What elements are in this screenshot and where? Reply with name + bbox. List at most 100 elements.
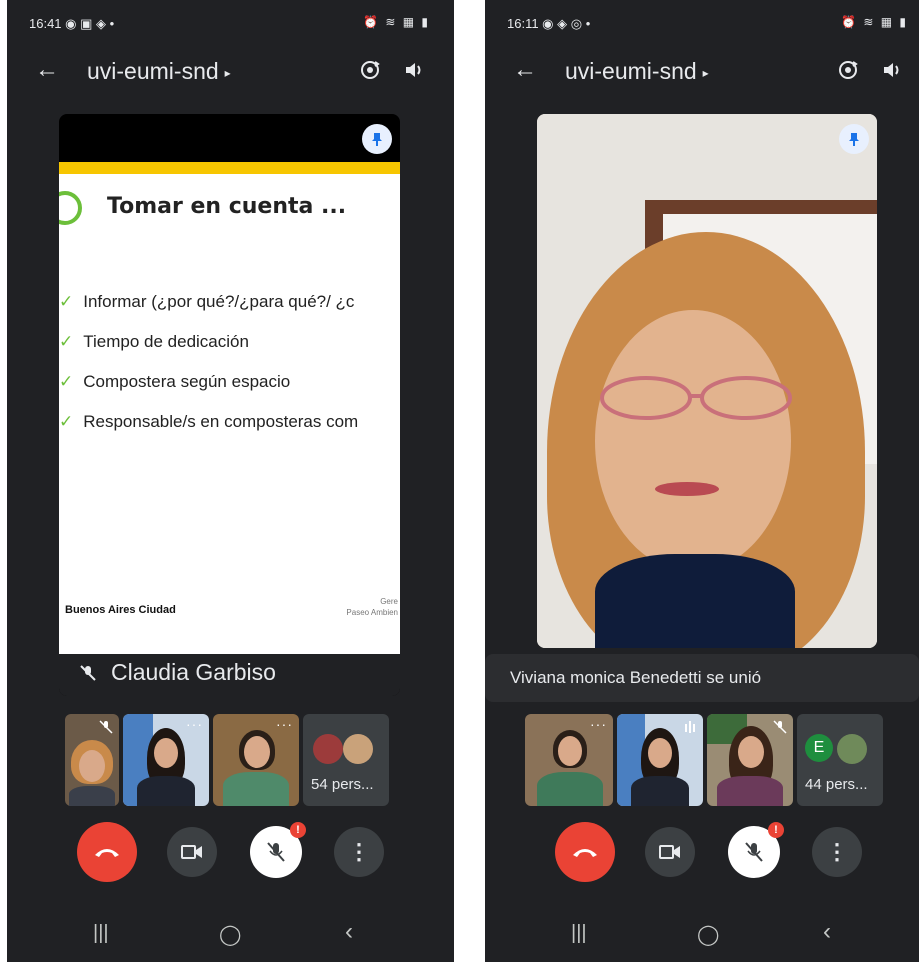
bullet-text: Responsable/s en composteras com	[83, 412, 359, 431]
participant-body	[717, 776, 783, 806]
slide-org-text: Gere Paseo Ambien	[346, 596, 398, 618]
audio-level-icon	[685, 721, 695, 733]
end-call-button[interactable]	[77, 822, 137, 882]
mini-avatar	[837, 734, 867, 764]
more-options-icon[interactable]: ···	[186, 716, 203, 732]
participant-thumb[interactable]	[65, 714, 119, 806]
participant-body	[631, 776, 689, 806]
speaker-icon[interactable]	[402, 58, 426, 82]
slide-logo-icon	[59, 191, 82, 225]
back-arrow-icon[interactable]: ←	[513, 56, 537, 84]
speaker-icon[interactable]	[880, 58, 904, 82]
org-line: Paseo Ambien	[346, 608, 398, 617]
status-bar: 16:41 ◉ ▣ ◈ • ⏰ ≋ ▦ ▮	[7, 0, 454, 46]
participant-face	[738, 736, 764, 768]
more-participants-label: 54 pers...	[311, 776, 374, 793]
more-options-icon[interactable]: ···	[276, 716, 293, 732]
mic-off-icon	[80, 665, 96, 681]
right-phone-screen: 16:11 ◉ ◈ ◎ • ⏰ ≋ ▦ ▮ ← uvi-eumi-snd ▸ Vi…	[485, 0, 919, 962]
speaker-lips	[655, 482, 719, 496]
participant-face	[154, 738, 178, 768]
meeting-code-text: uvi-eumi-snd	[565, 58, 697, 84]
mini-avatar	[343, 734, 373, 764]
back-icon[interactable]: ‹	[823, 918, 831, 946]
status-icons: ⏰ ≋ ▦ ▮	[841, 15, 908, 29]
home-icon[interactable]: ◯	[219, 922, 241, 947]
participant-strip: ··· E 44 pers...	[525, 714, 885, 806]
participant-thumb[interactable]: ···	[123, 714, 209, 806]
participant-strip: ··· ··· 54 pers...	[65, 714, 395, 806]
participant-body	[69, 786, 115, 806]
meeting-code[interactable]: uvi-eumi-snd ▸	[87, 58, 231, 85]
microphone-button[interactable]: !	[728, 822, 784, 878]
recent-apps-icon[interactable]: |||	[571, 922, 587, 945]
status-time: 16:11 ◉ ◈ ◎ •	[507, 16, 591, 31]
back-icon[interactable]: ‹	[345, 918, 353, 946]
join-notification: Viviana monica Benedetti se unió	[485, 654, 919, 702]
vertical-dots-icon: ⋮	[826, 839, 848, 864]
participant-thumb[interactable]: ···	[213, 714, 299, 806]
more-participants-tile[interactable]: E 44 pers...	[797, 714, 883, 806]
presentation-tile[interactable]: Tomar en cuenta ... ✓ Informar (¿por qué?…	[59, 114, 400, 696]
back-arrow-icon[interactable]: ←	[35, 56, 59, 84]
participant-face	[79, 750, 105, 782]
mini-avatar	[313, 734, 343, 764]
shared-slide: Tomar en cuenta ... ✓ Informar (¿por qué?…	[59, 162, 400, 656]
bullet-text: Informar (¿por qué?/¿para qué?/ ¿c	[83, 292, 355, 311]
slide-bullet: ✓ Informar (¿por qué?/¿para qué?/ ¿c	[59, 292, 358, 332]
mic-off-icon	[745, 842, 763, 862]
video-camera-icon	[181, 845, 202, 859]
city-logo-text: Buenos Aires Ciudad	[65, 604, 176, 616]
alert-badge: !	[768, 822, 784, 838]
more-options-icon[interactable]: ···	[590, 716, 607, 732]
presenter-name: Claudia Garbiso	[111, 659, 276, 685]
check-icon: ✓	[59, 412, 74, 431]
meeting-app-bar: ← uvi-eumi-snd ▸	[7, 46, 454, 98]
hang-up-icon	[573, 849, 597, 857]
video-camera-icon	[659, 845, 680, 859]
pin-icon[interactable]	[362, 124, 392, 154]
end-call-button[interactable]	[555, 822, 615, 882]
participant-body	[137, 776, 195, 806]
org-line: Gere	[380, 597, 398, 606]
more-options-button[interactable]: ⋮	[812, 827, 862, 877]
caret-right-icon: ▸	[224, 65, 231, 80]
participant-body	[223, 772, 289, 806]
participant-face	[558, 736, 582, 766]
android-nav-bar: ||| ◯ ‹	[485, 912, 919, 962]
bullet-text: Tiempo de dedicación	[83, 332, 249, 351]
participant-face	[648, 738, 672, 768]
glasses-icon	[600, 376, 792, 420]
meeting-code[interactable]: uvi-eumi-snd ▸	[565, 58, 709, 85]
mic-off-icon	[267, 842, 285, 862]
camera-button[interactable]	[645, 827, 695, 877]
join-notification-text: Viviana monica Benedetti se unió	[510, 668, 762, 687]
recent-apps-icon[interactable]: |||	[93, 922, 109, 945]
participant-thumb[interactable]	[707, 714, 793, 806]
slide-bullet-list: ✓ Informar (¿por qué?/¿para qué?/ ¿c ✓ Tie…	[59, 292, 358, 452]
android-nav-bar: ||| ◯ ‹	[7, 912, 454, 962]
more-participants-tile[interactable]: 54 pers...	[303, 714, 389, 806]
participant-thumb[interactable]: ···	[525, 714, 613, 806]
speaker-video-tile[interactable]	[537, 114, 877, 648]
participant-face	[244, 736, 270, 768]
switch-camera-icon[interactable]	[836, 58, 860, 82]
slide-heading: Tomar en cuenta ...	[107, 194, 347, 219]
home-icon[interactable]: ◯	[697, 922, 719, 947]
left-phone-screen: 16:41 ◉ ▣ ◈ • ⏰ ≋ ▦ ▮ ← uvi-eumi-snd ▸ To…	[7, 0, 454, 962]
participant-thumb[interactable]	[617, 714, 703, 806]
slide-bullet: ✓ Tiempo de dedicación	[59, 332, 358, 372]
pin-icon[interactable]	[839, 124, 869, 154]
meeting-code-text: uvi-eumi-snd	[87, 58, 219, 84]
slide-accent-bar	[59, 162, 400, 174]
switch-camera-icon[interactable]	[358, 58, 382, 82]
hang-up-icon	[95, 849, 119, 857]
mic-off-icon	[99, 720, 113, 734]
microphone-button[interactable]: !	[250, 822, 306, 878]
speaker-face	[595, 310, 791, 572]
camera-button[interactable]	[167, 827, 217, 877]
more-options-button[interactable]: ⋮	[334, 827, 384, 877]
mic-off-icon	[773, 720, 787, 734]
speaker-scarf	[595, 554, 795, 648]
call-controls: ! ⋮	[7, 822, 454, 882]
